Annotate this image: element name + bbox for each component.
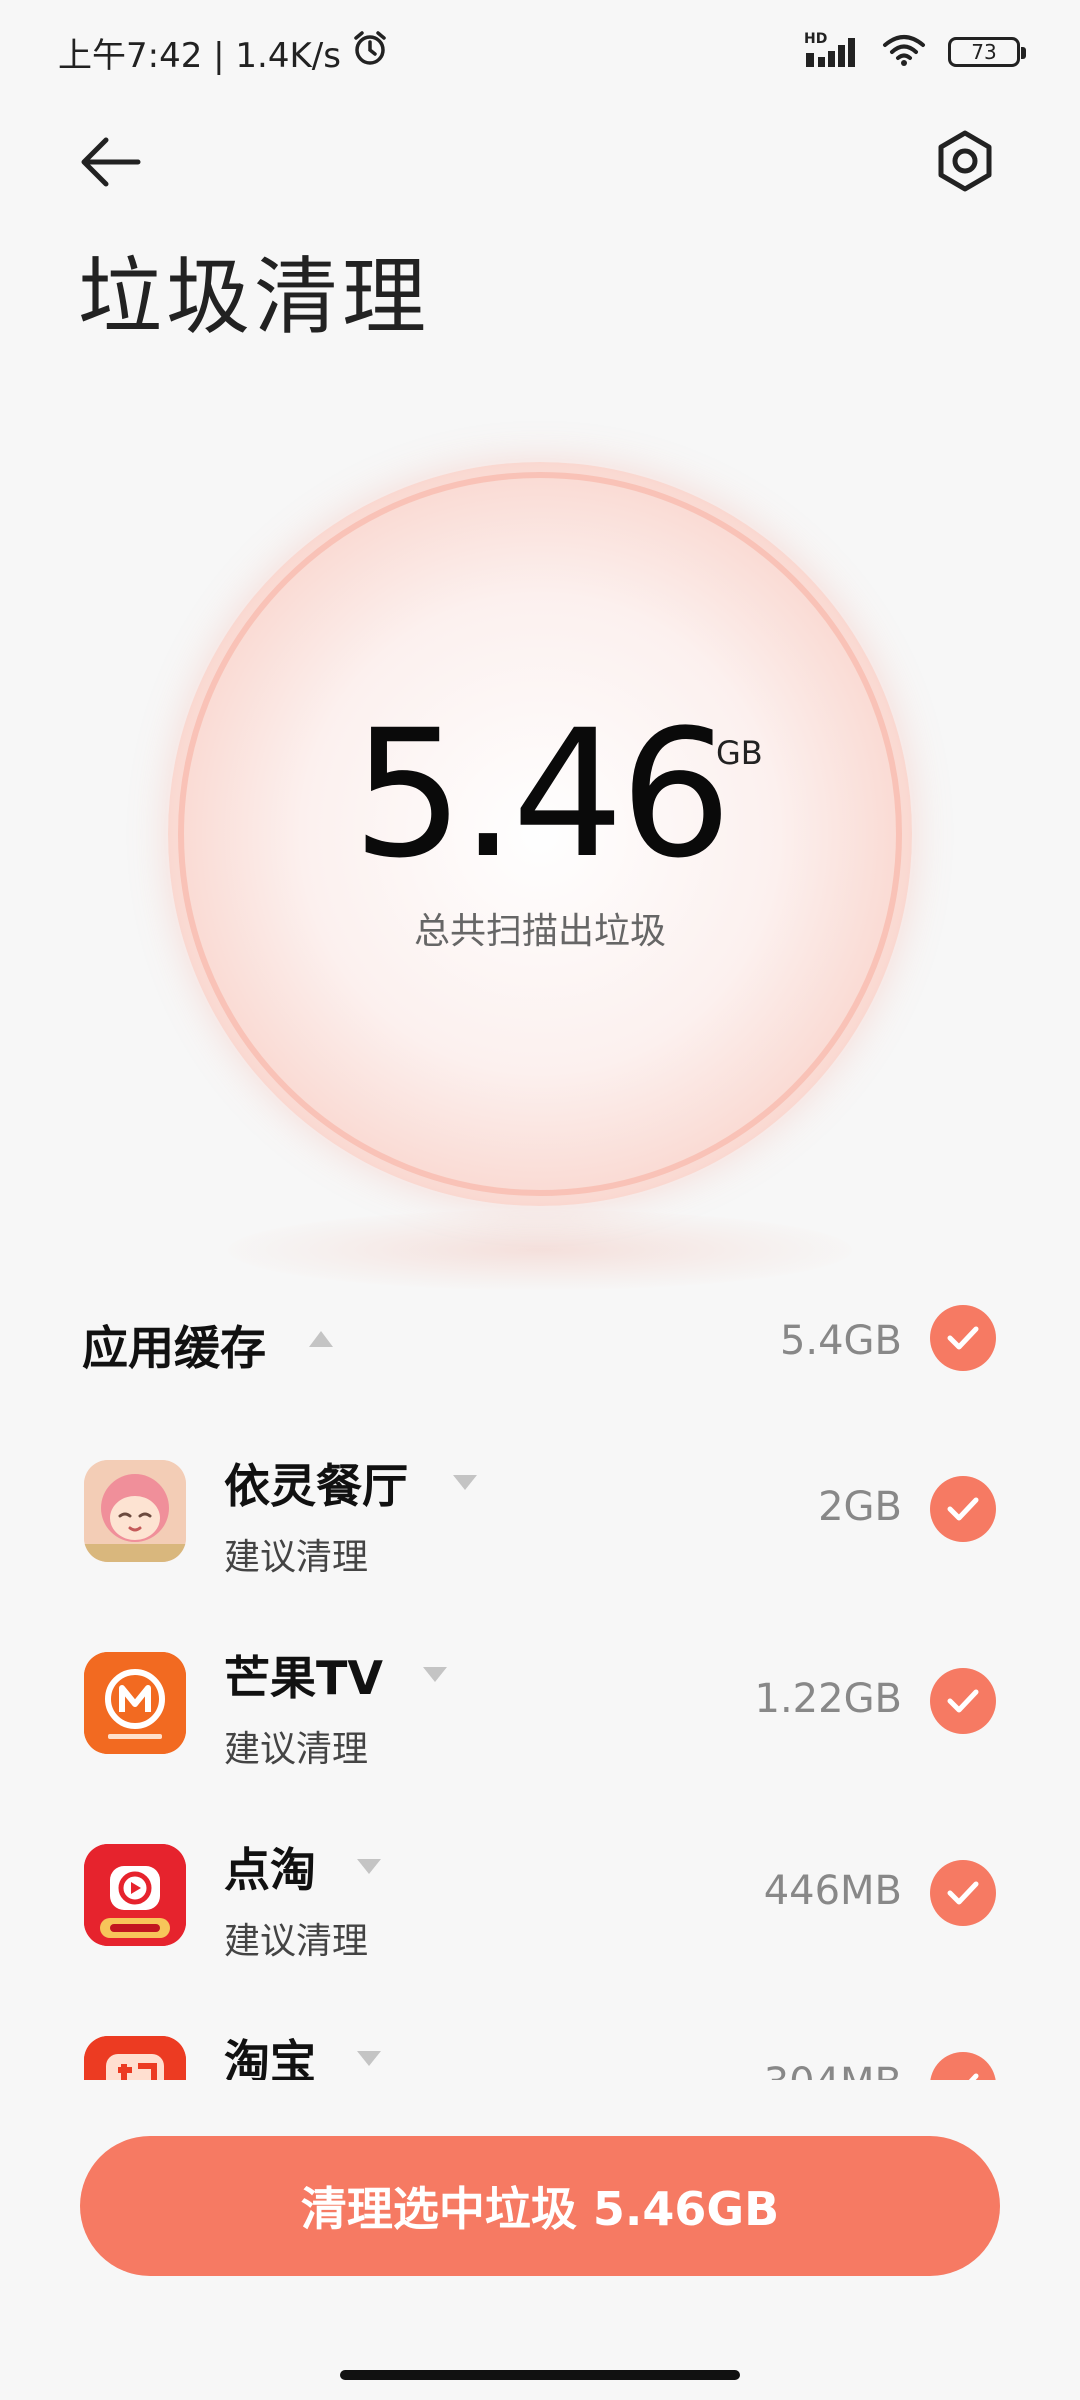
section-title: 应用缓存 xyxy=(82,1321,266,1375)
total-junk-unit: GB xyxy=(716,734,763,772)
list-item[interactable]: 点淘 建议清理 446MB xyxy=(0,1784,1080,1974)
app-name: 芒果TV xyxy=(224,1651,383,1705)
app-size: 304MB xyxy=(764,2060,902,2080)
battery-level: 73 xyxy=(971,40,997,64)
scan-result-orb: 5.46 GB 总共扫描出垃圾 xyxy=(168,462,912,1206)
check-icon xyxy=(947,1497,979,1521)
section-size: 5.4GB xyxy=(779,1318,902,1364)
app-suggestion: 建议清理 xyxy=(224,1729,369,1770)
app-checkbox[interactable] xyxy=(930,1668,996,1734)
top-bar xyxy=(0,120,1080,204)
home-indicator[interactable] xyxy=(340,2370,740,2380)
back-arrow-icon xyxy=(81,137,141,187)
page-title: 垃圾清理 xyxy=(78,248,431,346)
app-suggestion: 建议清理 xyxy=(224,1921,369,1962)
app-name: 淘宝 xyxy=(224,2035,316,2080)
check-icon xyxy=(947,1326,979,1350)
app-checkbox[interactable] xyxy=(930,1860,996,1926)
app-name: 点淘 xyxy=(224,1843,316,1897)
app-icon-yiling xyxy=(84,1460,186,1562)
settings-button[interactable] xyxy=(930,126,1000,196)
section-app-cache[interactable]: 应用缓存 5.4GB xyxy=(0,1290,1080,1386)
total-junk-caption: 总共扫描出垃圾 xyxy=(413,911,666,952)
caret-down-icon[interactable] xyxy=(354,2048,384,2068)
status-time-speed: 上午7:42 | 1.4K/s xyxy=(58,35,341,76)
check-icon xyxy=(947,1689,979,1713)
caret-up-icon[interactable] xyxy=(306,1328,336,1350)
app-icon-diantao xyxy=(84,1844,186,1946)
list-item[interactable]: 依灵餐厅 建议清理 2GB xyxy=(0,1400,1080,1590)
app-checkbox[interactable] xyxy=(930,1476,996,1542)
app-icon-taobao xyxy=(84,2036,186,2080)
app-cache-list[interactable]: 依灵餐厅 建议清理 2GB 芒果TV 建议清理 1.22GB 点淘 建议清理 4… xyxy=(0,1400,1080,2080)
status-bar: 上午7:42 | 1.4K/s HD 73 xyxy=(0,0,1080,104)
orb-shadow xyxy=(228,1210,852,1290)
app-checkbox[interactable] xyxy=(930,2052,996,2080)
clean-selected-button[interactable]: 清理选中垃圾 5.46GB xyxy=(80,2136,1000,2276)
gear-icon xyxy=(938,130,992,192)
caret-down-icon[interactable] xyxy=(450,1472,480,1492)
check-icon xyxy=(968,2073,979,2080)
app-icon-mangotv xyxy=(84,1652,186,1754)
back-button[interactable] xyxy=(78,132,144,192)
app-size: 446MB xyxy=(763,1868,902,1914)
battery-icon: 73 xyxy=(948,37,1026,67)
section-checkbox[interactable] xyxy=(930,1305,996,1371)
status-right: HD 73 xyxy=(804,31,1026,71)
caret-down-icon[interactable] xyxy=(420,1664,450,1684)
alarm-icon xyxy=(351,29,389,76)
wifi-icon xyxy=(882,33,926,71)
cellular-signal-icon: HD xyxy=(804,31,860,69)
list-item[interactable]: 芒果TV 建议清理 1.22GB xyxy=(0,1592,1080,1782)
app-suggestion: 建议清理 xyxy=(224,1537,369,1578)
check-icon xyxy=(947,1881,979,1905)
app-size: 1.22GB xyxy=(754,1676,903,1722)
total-junk-value: 5.46 xyxy=(352,692,732,897)
caret-down-icon[interactable] xyxy=(354,1856,384,1876)
list-item[interactable]: 淘宝 304MB xyxy=(0,1976,1080,2080)
app-size: 2GB xyxy=(818,1484,902,1530)
status-left: 上午7:42 | 1.4K/s xyxy=(58,28,389,77)
app-name: 依灵餐厅 xyxy=(224,1459,408,1513)
